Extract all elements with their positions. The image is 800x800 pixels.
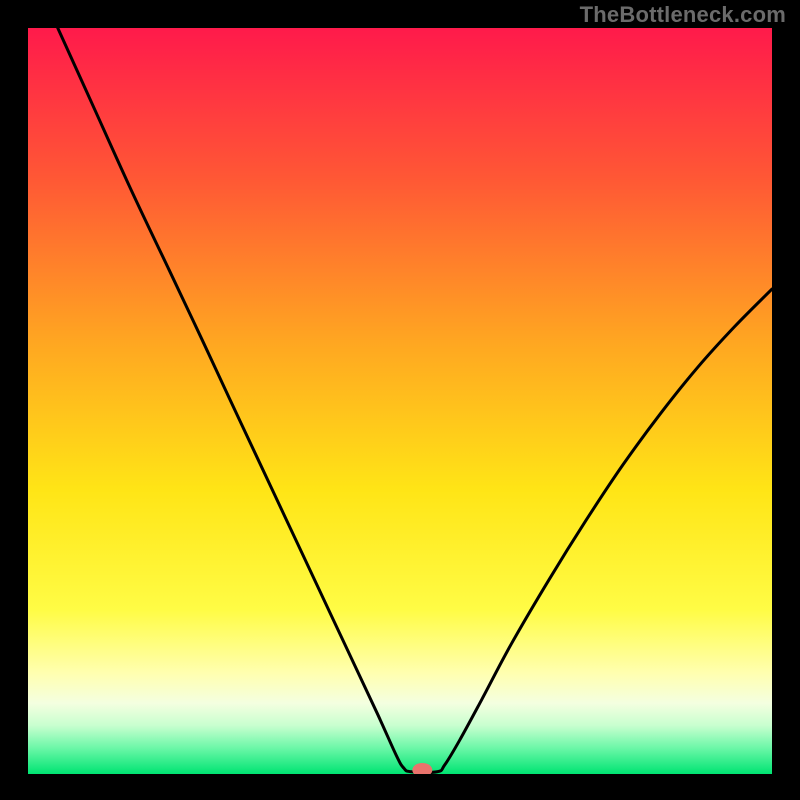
watermark-text: TheBottleneck.com: [580, 2, 786, 28]
frame-border: [0, 774, 800, 800]
bottleneck-chart: [0, 0, 800, 800]
frame-border: [0, 0, 28, 800]
chart-frame: { "watermark": "TheBottleneck.com", "cha…: [0, 0, 800, 800]
plot-background: [28, 28, 772, 774]
frame-border: [772, 0, 800, 800]
